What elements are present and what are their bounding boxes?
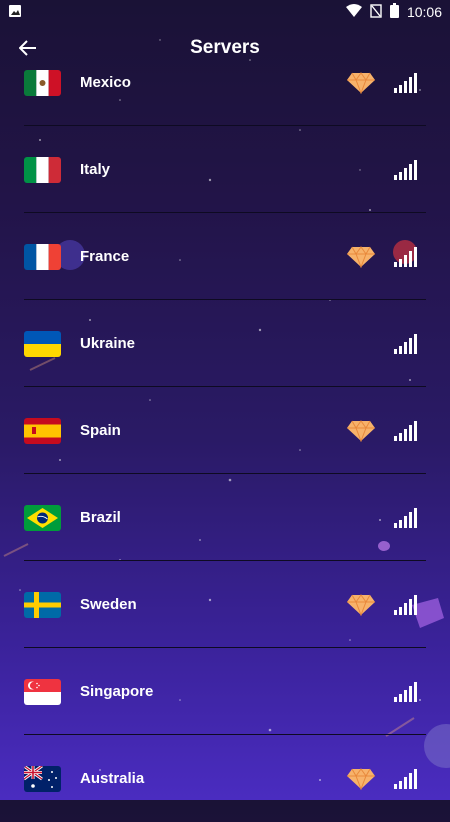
server-row-singapore[interactable]: Singapore bbox=[0, 648, 450, 735]
sim-icon bbox=[370, 3, 382, 21]
france-flag-icon bbox=[24, 243, 61, 270]
back-button[interactable] bbox=[10, 30, 46, 66]
status-bar: 10:06 bbox=[0, 0, 450, 24]
server-name: Australia bbox=[80, 770, 145, 787]
server-row-sweden[interactable]: Sweden bbox=[0, 561, 450, 648]
server-row-france[interactable]: France bbox=[0, 213, 450, 300]
signal-strength-icon bbox=[394, 420, 417, 441]
sweden-flag-icon bbox=[24, 591, 61, 618]
status-time: 10:06 bbox=[406, 4, 442, 20]
wifi-icon bbox=[345, 3, 362, 21]
server-name: Brazil bbox=[80, 509, 121, 526]
status-icons: 10:06 bbox=[345, 3, 442, 21]
page-title: Servers bbox=[190, 37, 260, 58]
server-list[interactable]: Mexico Italy France Ukraine Spain Brazil… bbox=[0, 39, 450, 822]
signal-strength-icon bbox=[394, 72, 417, 93]
premium-gem-icon bbox=[347, 767, 375, 790]
server-name: Singapore bbox=[80, 683, 154, 700]
australia-flag-icon bbox=[24, 765, 61, 792]
signal-strength-icon bbox=[394, 594, 417, 615]
server-name: Sweden bbox=[80, 596, 137, 613]
server-name: Ukraine bbox=[80, 335, 136, 352]
server-row-brazil[interactable]: Brazil bbox=[0, 474, 450, 561]
server-name: Spain bbox=[80, 422, 121, 439]
signal-strength-icon bbox=[394, 333, 417, 354]
brazil-flag-icon bbox=[24, 504, 61, 531]
signal-strength-icon bbox=[394, 681, 417, 702]
signal-strength-icon bbox=[394, 246, 417, 267]
server-name: Italy bbox=[80, 161, 111, 178]
server-row-spain[interactable]: Spain bbox=[0, 387, 450, 474]
server-row-australia[interactable]: Australia bbox=[0, 735, 450, 822]
ukraine-flag-icon bbox=[24, 330, 61, 357]
server-row-italy[interactable]: Italy bbox=[0, 126, 450, 213]
app-bar: Servers bbox=[0, 24, 450, 72]
signal-strength-icon bbox=[394, 159, 417, 180]
premium-gem-icon bbox=[347, 71, 375, 94]
italy-flag-icon bbox=[24, 156, 61, 183]
image-icon bbox=[8, 4, 22, 21]
server-name: Mexico bbox=[80, 74, 131, 91]
premium-gem-icon bbox=[347, 593, 375, 616]
mexico-flag-icon bbox=[24, 69, 61, 96]
premium-gem-icon bbox=[347, 245, 375, 268]
singapore-flag-icon bbox=[24, 678, 61, 705]
battery-icon bbox=[389, 3, 399, 21]
server-row-ukraine[interactable]: Ukraine bbox=[0, 300, 450, 387]
server-name: France bbox=[80, 248, 130, 265]
signal-strength-icon bbox=[394, 768, 417, 789]
signal-strength-icon bbox=[394, 507, 417, 528]
premium-gem-icon bbox=[347, 419, 375, 442]
spain-flag-icon bbox=[24, 417, 61, 444]
arrow-left-icon bbox=[19, 40, 36, 56]
